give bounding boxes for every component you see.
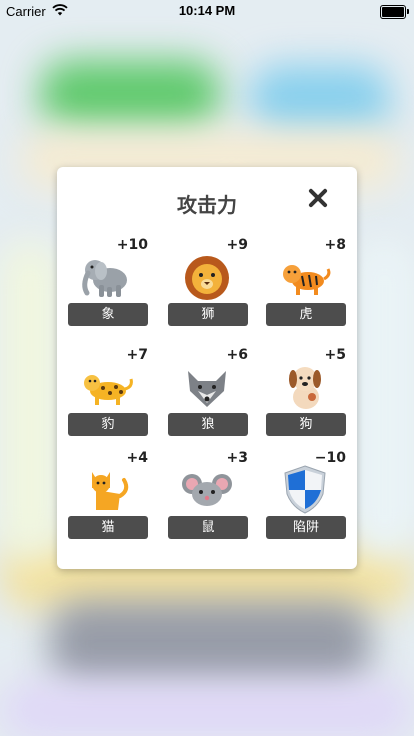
animal-name-label: 豹 (68, 413, 148, 436)
close-icon[interactable] (305, 185, 331, 211)
power-value: +3 (226, 450, 248, 466)
grid-item-trap: −10 陷阱 (266, 450, 346, 550)
grid-item-dog: +5 狗 (266, 347, 346, 447)
power-value: +10 (116, 237, 148, 253)
grid-item-lion: +9 狮 (168, 237, 248, 337)
grid-item-elephant: +10 象 (68, 237, 148, 337)
power-value: +5 (324, 347, 346, 363)
animal-name-label: 猫 (68, 516, 148, 539)
wolf-icon (178, 357, 236, 415)
mouse-icon (178, 460, 236, 518)
animal-name-label: 象 (68, 303, 148, 326)
tiger-icon (276, 247, 334, 305)
power-value: +7 (126, 347, 148, 363)
attack-power-dialog: 攻击力 +10 象 +9 狮 +8 虎 +7 豹 +6 狼 +5 狗 +4 猫 … (57, 167, 357, 569)
power-value: +6 (226, 347, 248, 363)
status-bar: Carrier 10:14 PM (0, 0, 414, 22)
elephant-icon (78, 247, 136, 305)
status-time: 10:14 PM (178, 3, 236, 18)
grid-item-mouse: +3 鼠 (168, 450, 248, 550)
grid-item-cat: +4 猫 (68, 450, 148, 550)
battery-icon (380, 5, 409, 19)
power-value: +9 (226, 237, 248, 253)
animal-name-label: 狼 (168, 413, 248, 436)
grid-item-wolf: +6 狼 (168, 347, 248, 447)
leopard-icon (78, 357, 136, 415)
animal-name-label: 狗 (266, 413, 346, 436)
power-value: −10 (314, 450, 346, 466)
grid-item-tiger: +8 虎 (266, 237, 346, 337)
cat-icon (78, 460, 136, 518)
shield-icon (276, 460, 334, 518)
dog-icon (276, 357, 334, 415)
lion-icon (178, 247, 236, 305)
power-value: +4 (126, 450, 148, 466)
animal-name-label: 陷阱 (266, 516, 346, 539)
animal-name-label: 虎 (266, 303, 346, 326)
animal-name-label: 狮 (168, 303, 248, 326)
animal-name-label: 鼠 (168, 516, 248, 539)
power-value: +8 (324, 237, 346, 253)
grid-item-leopard: +7 豹 (68, 347, 148, 447)
